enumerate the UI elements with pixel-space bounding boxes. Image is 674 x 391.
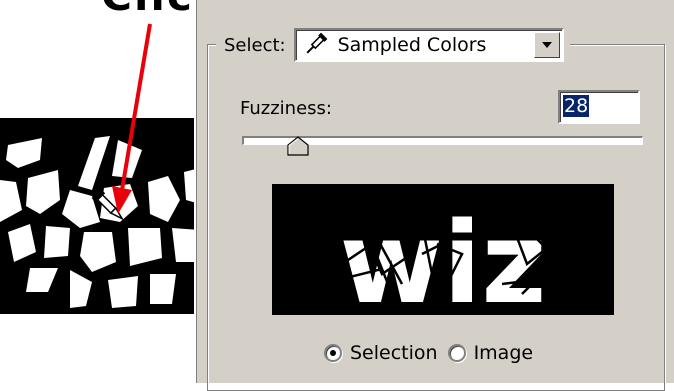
preview-text: wiz — [339, 199, 546, 315]
dropdown-button[interactable] — [533, 32, 560, 58]
select-row: Select: Sampled Colors — [216, 27, 570, 63]
fuzziness-slider-thumb[interactable] — [287, 136, 309, 156]
radio-image-label[interactable]: Image — [474, 342, 534, 364]
fuzziness-value: 28 — [563, 95, 590, 117]
radio-image[interactable] — [447, 344, 466, 362]
radio-selected-dot — [330, 350, 336, 356]
eyedropper-icon — [306, 32, 327, 54]
color-range-dialog: Select: Sampled Colors Fuzziness: 28 wiz… — [194, 0, 674, 391]
selection-preview: wiz — [272, 184, 614, 315]
source-image — [0, 23, 200, 314]
radio-selection[interactable] — [324, 344, 342, 362]
select-dropdown[interactable]: Sampled Colors — [293, 28, 564, 62]
chevron-down-icon — [541, 42, 552, 48]
radio-selection-label[interactable]: Selection — [350, 342, 438, 364]
preview-image: wiz — [291, 199, 603, 315]
select-value: Sampled Colors — [337, 34, 487, 56]
select-label: Select: — [224, 34, 286, 56]
fuzziness-label: Fuzziness: — [240, 98, 332, 119]
preview-mode-radios: Selection Image — [324, 338, 533, 368]
fuzziness-input[interactable]: 28 — [558, 90, 640, 124]
